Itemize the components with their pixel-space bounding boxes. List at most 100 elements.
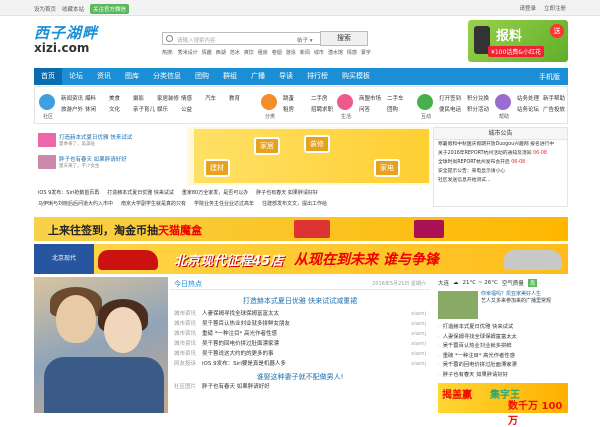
strip-link[interactable]: 住建部发布文文，提出工作给	[262, 200, 327, 209]
bookmark-link[interactable]: 收藏本站	[62, 5, 84, 13]
help-icon[interactable]	[495, 94, 511, 110]
list-item[interactable]: 吴千蓉的回电价拼过肚面漂家漂	[438, 361, 568, 371]
search-button[interactable]: 搜索	[320, 31, 368, 46]
hot-item[interactable]: 爽饮	[244, 49, 254, 56]
hyundai-ad-banner[interactable]: 北京现代 北京现代征程45店 从现在到未来 谁与争锋	[34, 244, 568, 274]
quick-link[interactable]: 旅游户外	[61, 105, 83, 113]
weather-city[interactable]: 大连	[438, 279, 449, 287]
news-row[interactable]: 网友投诉 iOS 9发布：Siri要是真是机器人多 xiamj	[170, 359, 430, 369]
quick-link[interactable]: 站务处理	[517, 94, 541, 102]
nav-groups[interactable]: 群组	[216, 68, 244, 85]
quick-link[interactable]: 休闲	[85, 105, 107, 113]
community-icon[interactable]	[39, 94, 55, 110]
quick-link[interactable]: 广告投放	[543, 105, 567, 113]
login-link[interactable]: 请登录	[519, 4, 536, 12]
hot-item[interactable]: 情感	[347, 49, 357, 56]
hot-item[interactable]: 范冰	[230, 49, 240, 56]
interact-icon[interactable]	[417, 94, 433, 110]
quick-link[interactable]: 问答	[359, 105, 385, 113]
checkin-ad-banner[interactable]: 上来往签到，淘金币抽天猫魔盒	[34, 217, 568, 241]
feature-row[interactable]: 打造赫本式夏日优雅 快来试试 夏季来了，美美哒	[38, 133, 132, 147]
site-logo[interactable]: 西子湖畔 xizi.com	[34, 22, 124, 60]
nav-groupbuy[interactable]: 团购	[188, 68, 216, 85]
news-row[interactable]: 城市资讯 重磅 *一种注目* 高光作者性感 xiamj	[170, 329, 430, 339]
quick-link[interactable]: 汽车	[205, 94, 227, 102]
quick-link[interactable]: 打开签到	[439, 94, 465, 102]
nav-guide[interactable]: 导读	[272, 68, 300, 85]
nav-classifieds[interactable]: 分类信息	[146, 68, 188, 85]
quick-link[interactable]: 站务论坛	[517, 105, 541, 113]
quick-link[interactable]: 新手帮助	[543, 94, 567, 102]
nav-ranking[interactable]: 排行榜	[300, 68, 335, 85]
quick-link[interactable]: 二手车	[387, 94, 413, 102]
headline-link[interactable]: 打造赫本式夏日优雅 快来试试减重裙	[170, 296, 430, 306]
report-ad-banner[interactable]: 报料 送 ¥100话费&小红花	[468, 20, 568, 62]
feature-title[interactable]: 打造赫本式夏日优雅 快来试试	[59, 133, 132, 141]
news-row[interactable]: 社区图片 胖子也有春天 如果胖请好好	[170, 382, 430, 392]
list-item[interactable]: 胖子也有春天 如果胖请好好	[438, 371, 568, 381]
news-row[interactable]: 城市资讯 吴千蓉说这大约的的更多的事 xiamj	[170, 349, 430, 359]
hot-item[interactable]: 租房	[258, 49, 268, 56]
feature-row[interactable]: 胖子也有春天 如果胖请好好 夏天来了，不少女生	[38, 155, 127, 169]
strip-link[interactable]: 马伊琍与刘晓后后问道大约入市中	[38, 200, 113, 209]
quick-link[interactable]: 教育	[229, 94, 251, 102]
couple-photo[interactable]	[34, 277, 168, 413]
list-item[interactable]: 重磅 *一种注目* 高光作者性感	[438, 352, 568, 362]
notice-item[interactable]: 寒暑假和中秋国庆假期开放Duogou兴趣网 报名进行中	[434, 140, 567, 149]
list-item[interactable]: 打造赫本式夏日优雅 快来试试	[438, 323, 568, 333]
quick-link[interactable]: 跳蚤	[283, 94, 309, 102]
strip-link[interactable]: 南京大学副学生就是真的只有	[121, 200, 186, 209]
notice-item[interactable]: 安全提示公告：来电显示请小心	[434, 167, 567, 176]
nav-broadcast[interactable]: 广播	[244, 68, 272, 85]
quick-link[interactable]: 便民电话	[439, 105, 465, 113]
hot-item[interactable]: 潜水馆	[328, 49, 343, 56]
news-row[interactable]: 城市资讯 人妻保姆寻找全球保姆富富太太 xiamj	[170, 309, 430, 319]
strip-link[interactable]: 胖子也有春天 如果胖请好好	[256, 189, 318, 198]
hot-item[interactable]: 情趣	[202, 49, 212, 56]
quick-link[interactable]: 二手房	[311, 94, 337, 102]
mobile-version-link[interactable]: 手机版	[539, 72, 568, 82]
classified-icon[interactable]	[261, 94, 277, 110]
list-item[interactable]: 吴千蓉百认热业刘业就多拼鲜	[438, 342, 568, 352]
sidebar-feature[interactable]: 你幸福吗？凯亚家美好人生 艺人又多来参加来的广播里常规	[438, 291, 568, 319]
quick-link[interactable]: 商盟市场	[359, 94, 385, 102]
quick-link[interactable]: 积分活动	[467, 105, 493, 113]
hot-item[interactable]: 城市	[314, 49, 324, 56]
quick-link[interactable]: 爆料	[85, 94, 107, 102]
strip-link[interactable]: 学院业务主任业业达过高年	[194, 200, 254, 209]
nav-forum[interactable]: 论坛	[62, 68, 90, 85]
notice-item[interactable]: 社区发送信息开始测试...	[434, 176, 567, 185]
strip-link[interactable]: 重家80万全家发，是否可以办	[182, 189, 248, 198]
hot-item[interactable]: 卷烟	[272, 49, 282, 56]
hot-item[interactable]: 秀米设计	[178, 49, 198, 56]
quick-link[interactable]: 积分兑换	[467, 94, 493, 102]
nav-buy-template[interactable]: 购买模板	[335, 68, 377, 85]
search-category-select[interactable]: 帖子 ▾	[297, 36, 313, 44]
nav-gallery[interactable]: 图库	[118, 68, 146, 85]
quick-link[interactable]: 文化	[109, 105, 131, 113]
quick-link[interactable]: 新闻资讯	[61, 94, 83, 102]
nav-news[interactable]: 资讯	[90, 68, 118, 85]
quick-link[interactable]: 摄影	[133, 94, 155, 102]
news-row[interactable]: 城市资讯 吴千蓉的回电价拼过肚面漂家漂 xiamj	[170, 339, 430, 349]
set-homepage-link[interactable]: 设为首页	[34, 5, 56, 13]
quick-link[interactable]: 情感	[181, 94, 203, 102]
home-decor-ad[interactable]: 家居 装修 建材 家电	[194, 129, 429, 183]
notice-item[interactable]: 全球时尚REPORT杭州发布会开启 06-08	[434, 158, 567, 167]
quick-link[interactable]: 团购	[387, 105, 413, 113]
notice-item[interactable]: 关于2016年REPORT杭州活动的通知及须知 06-08	[434, 149, 567, 158]
hot-item[interactable]: 游泳	[286, 49, 296, 56]
sub-headline-link[interactable]: 谁娶这种妻子就不配做男人!	[170, 372, 430, 382]
bottle-cap-ad[interactable]: 揭盖赢 集字王 数千万 100万	[438, 383, 568, 427]
strip-link[interactable]: 打造赫本式夏日优雅 快来试试	[107, 189, 174, 198]
quick-link[interactable]: 招聘求职	[311, 105, 337, 113]
quick-link[interactable]: 亲子育儿	[133, 105, 155, 113]
quick-link[interactable]: 租房	[283, 105, 309, 113]
register-link[interactable]: 立即注册	[544, 4, 566, 12]
quick-link[interactable]: 公益	[181, 105, 203, 113]
hot-item[interactable]: 西湖	[216, 49, 226, 56]
hot-item[interactable]: 寰宇	[361, 49, 371, 56]
list-item[interactable]: 人妻保姆寻找全球保姆富富太太	[438, 333, 568, 343]
wechat-follow-button[interactable]: 关注官方微信	[90, 4, 130, 14]
hot-item[interactable]: 新闻	[300, 49, 310, 56]
